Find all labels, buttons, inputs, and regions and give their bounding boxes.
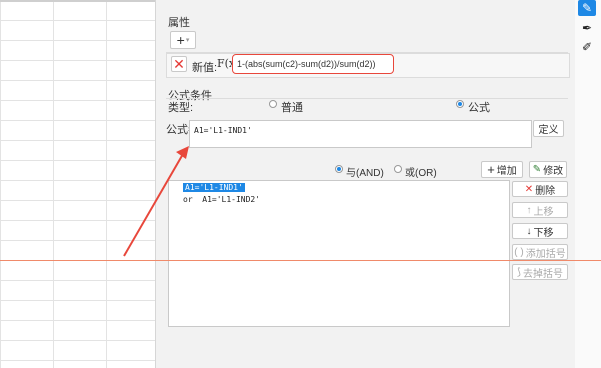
- annotation-arrow: [123, 146, 189, 257]
- annotation-arrow-head: [176, 146, 189, 159]
- annotation-arrow-line: [123, 153, 184, 257]
